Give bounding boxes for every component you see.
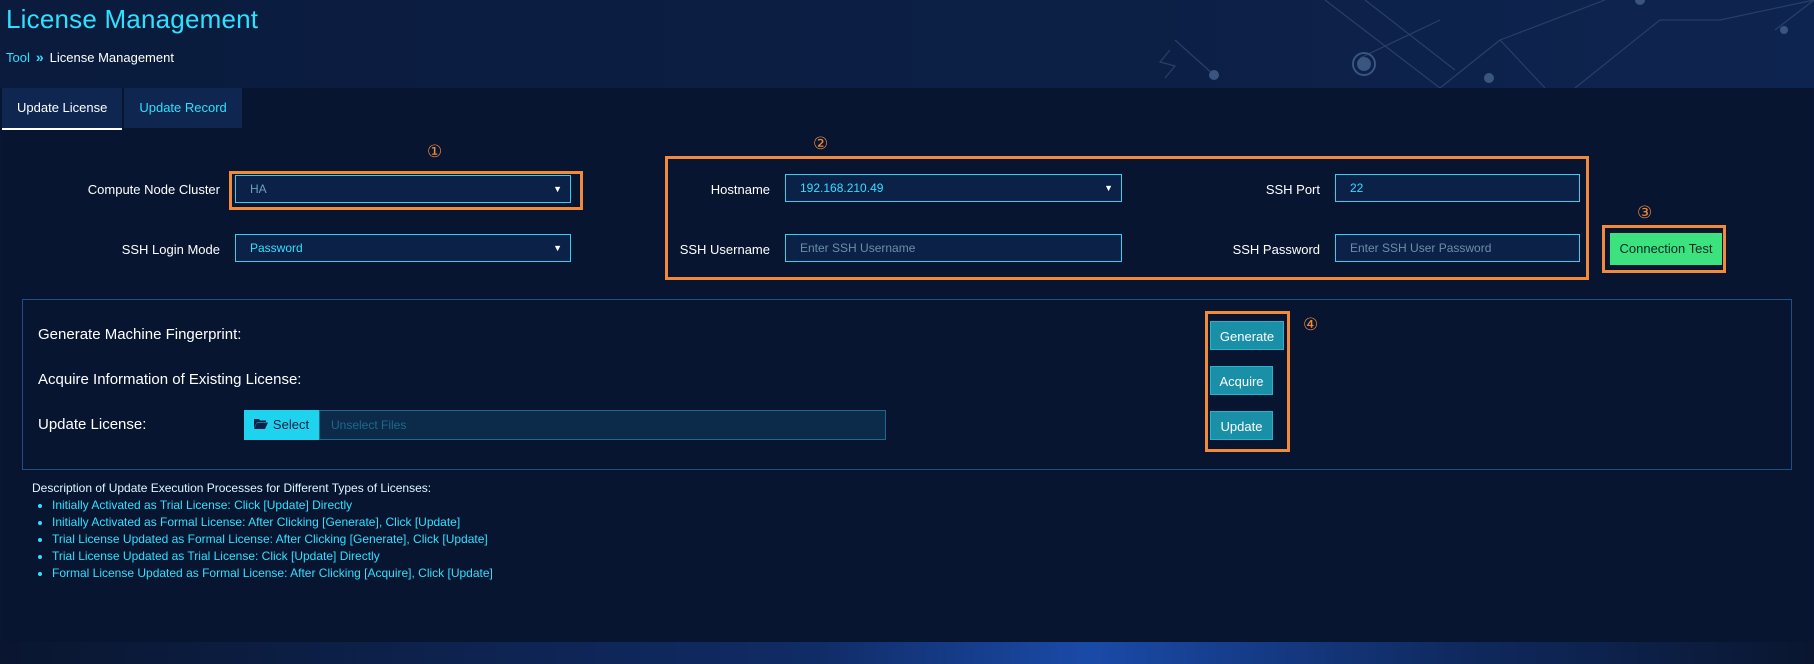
login-mode-label: SSH Login Mode	[121, 242, 220, 257]
file-path-input[interactable]: Unselect Files	[319, 410, 886, 440]
acquire-label: Acquire Information of Existing License:	[38, 371, 302, 388]
breadcrumb: Tool » License Management	[6, 49, 174, 65]
update-license-label: Update License:	[38, 416, 147, 433]
generate-button[interactable]: Generate	[1210, 321, 1284, 350]
login-mode-select[interactable]: Password ▼	[235, 234, 571, 262]
update-description: Description of Update Execution Processe…	[32, 481, 493, 582]
header-background	[0, 0, 1814, 88]
marker-3: ③	[1637, 203, 1653, 223]
login-mode-value: Password	[250, 241, 303, 255]
marker-1: ①	[427, 142, 443, 162]
description-list: Initially Activated as Trial License: Cl…	[32, 497, 493, 582]
description-title: Description of Update Execution Processe…	[32, 481, 432, 495]
select-file-button[interactable]: Select	[244, 410, 319, 440]
select-button-label: Select	[272, 417, 310, 432]
highlight-box-3	[1602, 225, 1726, 273]
list-item: Initially Activated as Formal License: A…	[52, 514, 493, 531]
list-item: Trial License Updated as Trial License: …	[52, 548, 493, 565]
highlight-box-1	[229, 171, 583, 210]
generate-label: Generate Machine Fingerprint:	[38, 326, 242, 343]
marker-2: ②	[813, 134, 829, 154]
tab-bar: Update License Update Record	[2, 88, 244, 130]
tab-update-record[interactable]: Update Record	[124, 88, 242, 128]
breadcrumb-current: License Management	[49, 49, 174, 65]
list-item: Initially Activated as Trial License: Cl…	[52, 497, 493, 514]
footer-background	[0, 642, 1814, 664]
breadcrumb-link-tool[interactable]: Tool	[6, 50, 30, 65]
tab-update-license[interactable]: Update License	[2, 88, 123, 130]
update-button[interactable]: Update	[1210, 411, 1273, 440]
page-title: License Management	[6, 4, 259, 34]
chevron-double-right-icon: »	[35, 49, 44, 65]
highlight-box-2	[665, 156, 1589, 280]
caret-down-icon: ▼	[553, 243, 562, 253]
cluster-label: Compute Node Cluster	[87, 182, 220, 197]
folder-open-icon	[253, 410, 268, 440]
acquire-button[interactable]: Acquire	[1210, 366, 1273, 395]
list-item: Formal License Updated as Formal License…	[52, 565, 493, 582]
list-item: Trial License Updated as Formal License:…	[52, 531, 493, 548]
